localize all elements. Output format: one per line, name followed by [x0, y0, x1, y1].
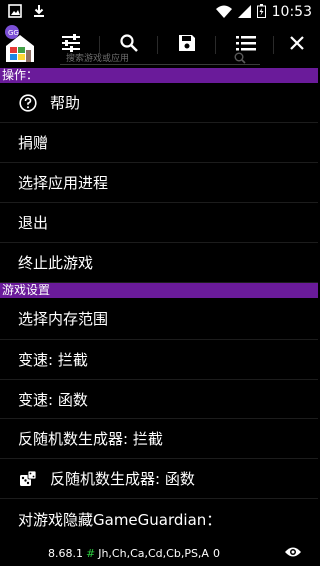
toolbar-divider [157, 36, 158, 54]
menu-item-label: 退出 [18, 214, 49, 232]
section-header-game-settings: 游戏设置 [0, 283, 318, 298]
menu-item-label: 选择内存范围 [18, 310, 109, 328]
menu-item-donate[interactable]: 捐赠 [0, 123, 318, 163]
toolbar-divider [215, 36, 216, 54]
mode-flags: Jh,Ch,Ca,Cd,Cb,PS,A [98, 546, 209, 560]
menu-item-label: 反随机数生成器: 函数 [50, 470, 195, 488]
hash-symbol: # [86, 546, 96, 560]
search-underline [60, 64, 260, 65]
wifi-icon [215, 3, 232, 22]
menu-item-speedhack-function[interactable]: 变速: 函数 [0, 380, 318, 419]
gameguardian-logo-icon[interactable]: GG [2, 24, 38, 64]
image-icon [8, 3, 22, 22]
menu-item-label: 变速: 函数 [18, 390, 88, 409]
menu-item-exit[interactable]: 退出 [0, 203, 318, 243]
menu-item-label: 帮助 [50, 94, 81, 112]
menu-item-label: 变速: 拦截 [18, 351, 88, 369]
footer-status: 8.68.1 # Jh,Ch,Ca,Cd,Cb,PS,A 0 [0, 540, 318, 566]
close-button[interactable] [282, 30, 312, 60]
section-header-operations: 操作： [0, 68, 318, 83]
menu-item-label: 反随机数生成器: 拦截 [18, 430, 163, 448]
menu-item-speedhack-hook[interactable]: 变速: 拦截 [0, 340, 318, 380]
dice-icon [18, 469, 38, 489]
menu-item-label: 选择应用进程 [18, 174, 109, 192]
menu-item-kill-game[interactable]: 终止此游戏 [0, 243, 318, 283]
menu-item-help[interactable]: 帮助 [0, 83, 318, 123]
search-field-icon [234, 49, 246, 68]
help-circle-icon [18, 93, 38, 113]
svg-text:GG: GG [8, 29, 19, 37]
result-count: 0 [212, 546, 220, 560]
version-text: 8.68.1 [48, 546, 83, 560]
battery-icon [256, 3, 266, 22]
download-icon [32, 3, 46, 22]
toolbar-divider [273, 36, 274, 54]
save-icon [178, 34, 196, 56]
close-icon [289, 35, 305, 55]
menu-item-rng-function[interactable]: 反随机数生成器: 函数 [0, 459, 318, 499]
status-bar: 10:53 [0, 0, 318, 24]
eye-icon[interactable] [284, 546, 302, 561]
save-button[interactable] [172, 30, 202, 60]
menu-item-rng-hook[interactable]: 反随机数生成器: 拦截 [0, 419, 318, 459]
menu-item-label: 捐赠 [18, 134, 49, 152]
menu-item-label: 对游戏隐藏GameGuardian： [18, 511, 222, 529]
status-time: 10:53 [271, 4, 312, 20]
signal-icon [237, 3, 251, 22]
menu-item-hide-gg[interactable]: 对游戏隐藏GameGuardian： [0, 499, 318, 540]
toolbar: GG 搜索游戏或应用 [0, 24, 318, 68]
menu-item-memory-ranges[interactable]: 选择内存范围 [0, 298, 318, 340]
search-input[interactable]: 搜索游戏或应用 [66, 51, 129, 64]
menu-item-select-process[interactable]: 选择应用进程 [0, 163, 318, 203]
menu-item-label: 终止此游戏 [18, 254, 94, 272]
